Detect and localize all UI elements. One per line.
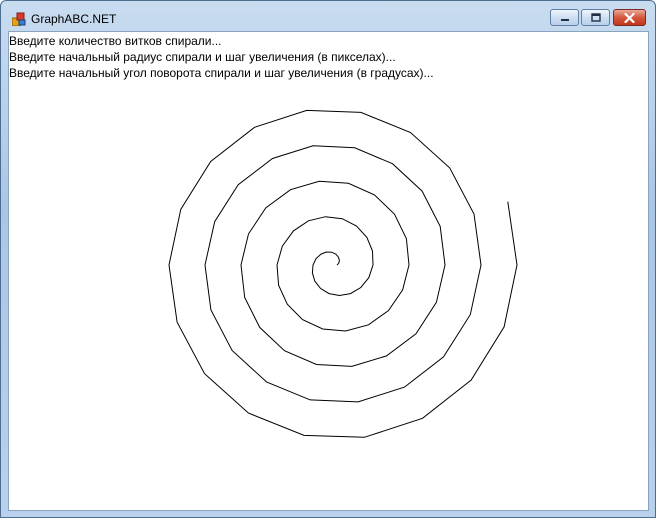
graphabc-app-icon xyxy=(12,12,26,26)
spiral-drawing xyxy=(168,109,518,438)
maximize-button[interactable] xyxy=(581,9,610,26)
graphics-canvas-area: Введите количество витков спирали... Вве… xyxy=(8,31,649,511)
title-bar[interactable]: GraphABC.NET xyxy=(1,1,655,31)
minimize-icon xyxy=(560,18,569,21)
close-icon xyxy=(624,12,635,23)
window-title: GraphABC.NET xyxy=(31,12,117,26)
maximize-icon xyxy=(590,13,601,22)
spiral-line xyxy=(168,109,518,438)
minimize-button[interactable] xyxy=(550,9,579,26)
close-button[interactable] xyxy=(613,9,646,26)
app-window: GraphABC.NET Введите количество витков с… xyxy=(0,0,656,518)
